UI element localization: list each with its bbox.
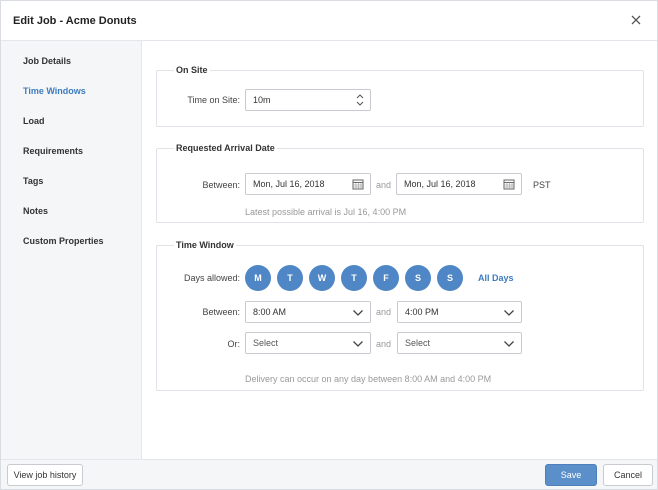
close-icon[interactable] — [629, 13, 643, 27]
or-start-time-value: Select — [253, 338, 279, 348]
or-end-time-select[interactable]: Select — [397, 332, 522, 354]
or-label: Or: — [227, 339, 241, 349]
day-toggle-wednesday[interactable]: W — [309, 265, 335, 291]
chevron-down-icon — [503, 307, 515, 319]
sidebar-item-notes[interactable]: Notes — [23, 206, 48, 216]
arrival-end-date-input[interactable]: Mon, Jul 16, 2018 — [396, 173, 522, 195]
chevron-down-icon — [503, 338, 515, 350]
dialog-title: Edit Job - Acme Donuts — [13, 15, 137, 27]
dialog-footer: View job history Save Cancel — [1, 459, 657, 489]
cancel-button[interactable]: Cancel — [603, 464, 653, 486]
calendar-icon[interactable] — [503, 178, 515, 190]
end-time-value: 4:00 PM — [405, 307, 439, 317]
day-toggle-monday[interactable]: M — [245, 265, 271, 291]
sidebar-item-custom-properties[interactable]: Custom Properties — [23, 236, 104, 246]
or-end-time-value: Select — [405, 338, 431, 348]
arrival-and-label: and — [376, 180, 392, 190]
on-site-title: On Site — [174, 65, 210, 75]
arrival-between-label: Between: — [202, 180, 240, 190]
stepper-icon[interactable] — [355, 92, 365, 108]
arrival-end-date: Mon, Jul 16, 2018 — [404, 179, 476, 189]
view-job-history-button[interactable]: View job history — [7, 464, 83, 486]
start-time-select[interactable]: 8:00 AM — [245, 301, 371, 323]
arrival-start-date: Mon, Jul 16, 2018 — [253, 179, 325, 189]
time-on-site-input[interactable]: 10m — [245, 89, 371, 111]
end-time-select[interactable]: 4:00 PM — [397, 301, 522, 323]
chevron-down-icon — [352, 307, 364, 319]
timezone-label: PST — [533, 180, 551, 190]
day-toggle-sunday[interactable]: S — [437, 265, 463, 291]
save-button[interactable]: Save — [545, 464, 597, 486]
time-window-hint: Delivery can occur on any day between 8:… — [245, 374, 492, 384]
sidebar-item-load[interactable]: Load — [23, 116, 45, 126]
sidebar: Job Details Time Windows Load Requiremen… — [1, 41, 142, 459]
window-between-label: Between: — [202, 307, 240, 317]
window-and-label: and — [376, 307, 392, 317]
or-and-label: and — [376, 339, 392, 349]
arrival-start-date-input[interactable]: Mon, Jul 16, 2018 — [245, 173, 371, 195]
edit-job-dialog: Edit Job - Acme Donuts Job Details Time … — [0, 0, 658, 490]
dialog-header: Edit Job - Acme Donuts — [1, 1, 657, 41]
time-on-site-value: 10m — [253, 95, 271, 105]
sidebar-item-tags[interactable]: Tags — [23, 176, 43, 186]
all-days-link[interactable]: All Days — [478, 273, 514, 283]
sidebar-item-requirements[interactable]: Requirements — [23, 146, 83, 156]
start-time-value: 8:00 AM — [253, 307, 287, 317]
sidebar-item-time-windows[interactable]: Time Windows — [23, 86, 86, 96]
arrival-title: Requested Arrival Date — [174, 143, 277, 153]
day-toggle-friday[interactable]: F — [373, 265, 399, 291]
days-allowed-label: Days allowed: — [183, 273, 240, 283]
time-window-title: Time Window — [174, 240, 236, 250]
day-toggle-tuesday[interactable]: T — [277, 265, 303, 291]
arrival-hint: Latest possible arrival is Jul 16, 4:00 … — [245, 207, 407, 217]
sidebar-item-job-details[interactable]: Job Details — [23, 56, 71, 66]
time-on-site-label: Time on Site: — [187, 95, 240, 105]
or-start-time-select[interactable]: Select — [245, 332, 371, 354]
chevron-down-icon — [352, 338, 364, 350]
calendar-icon[interactable] — [352, 178, 364, 190]
day-toggle-thursday[interactable]: T — [341, 265, 367, 291]
day-toggle-saturday[interactable]: S — [405, 265, 431, 291]
